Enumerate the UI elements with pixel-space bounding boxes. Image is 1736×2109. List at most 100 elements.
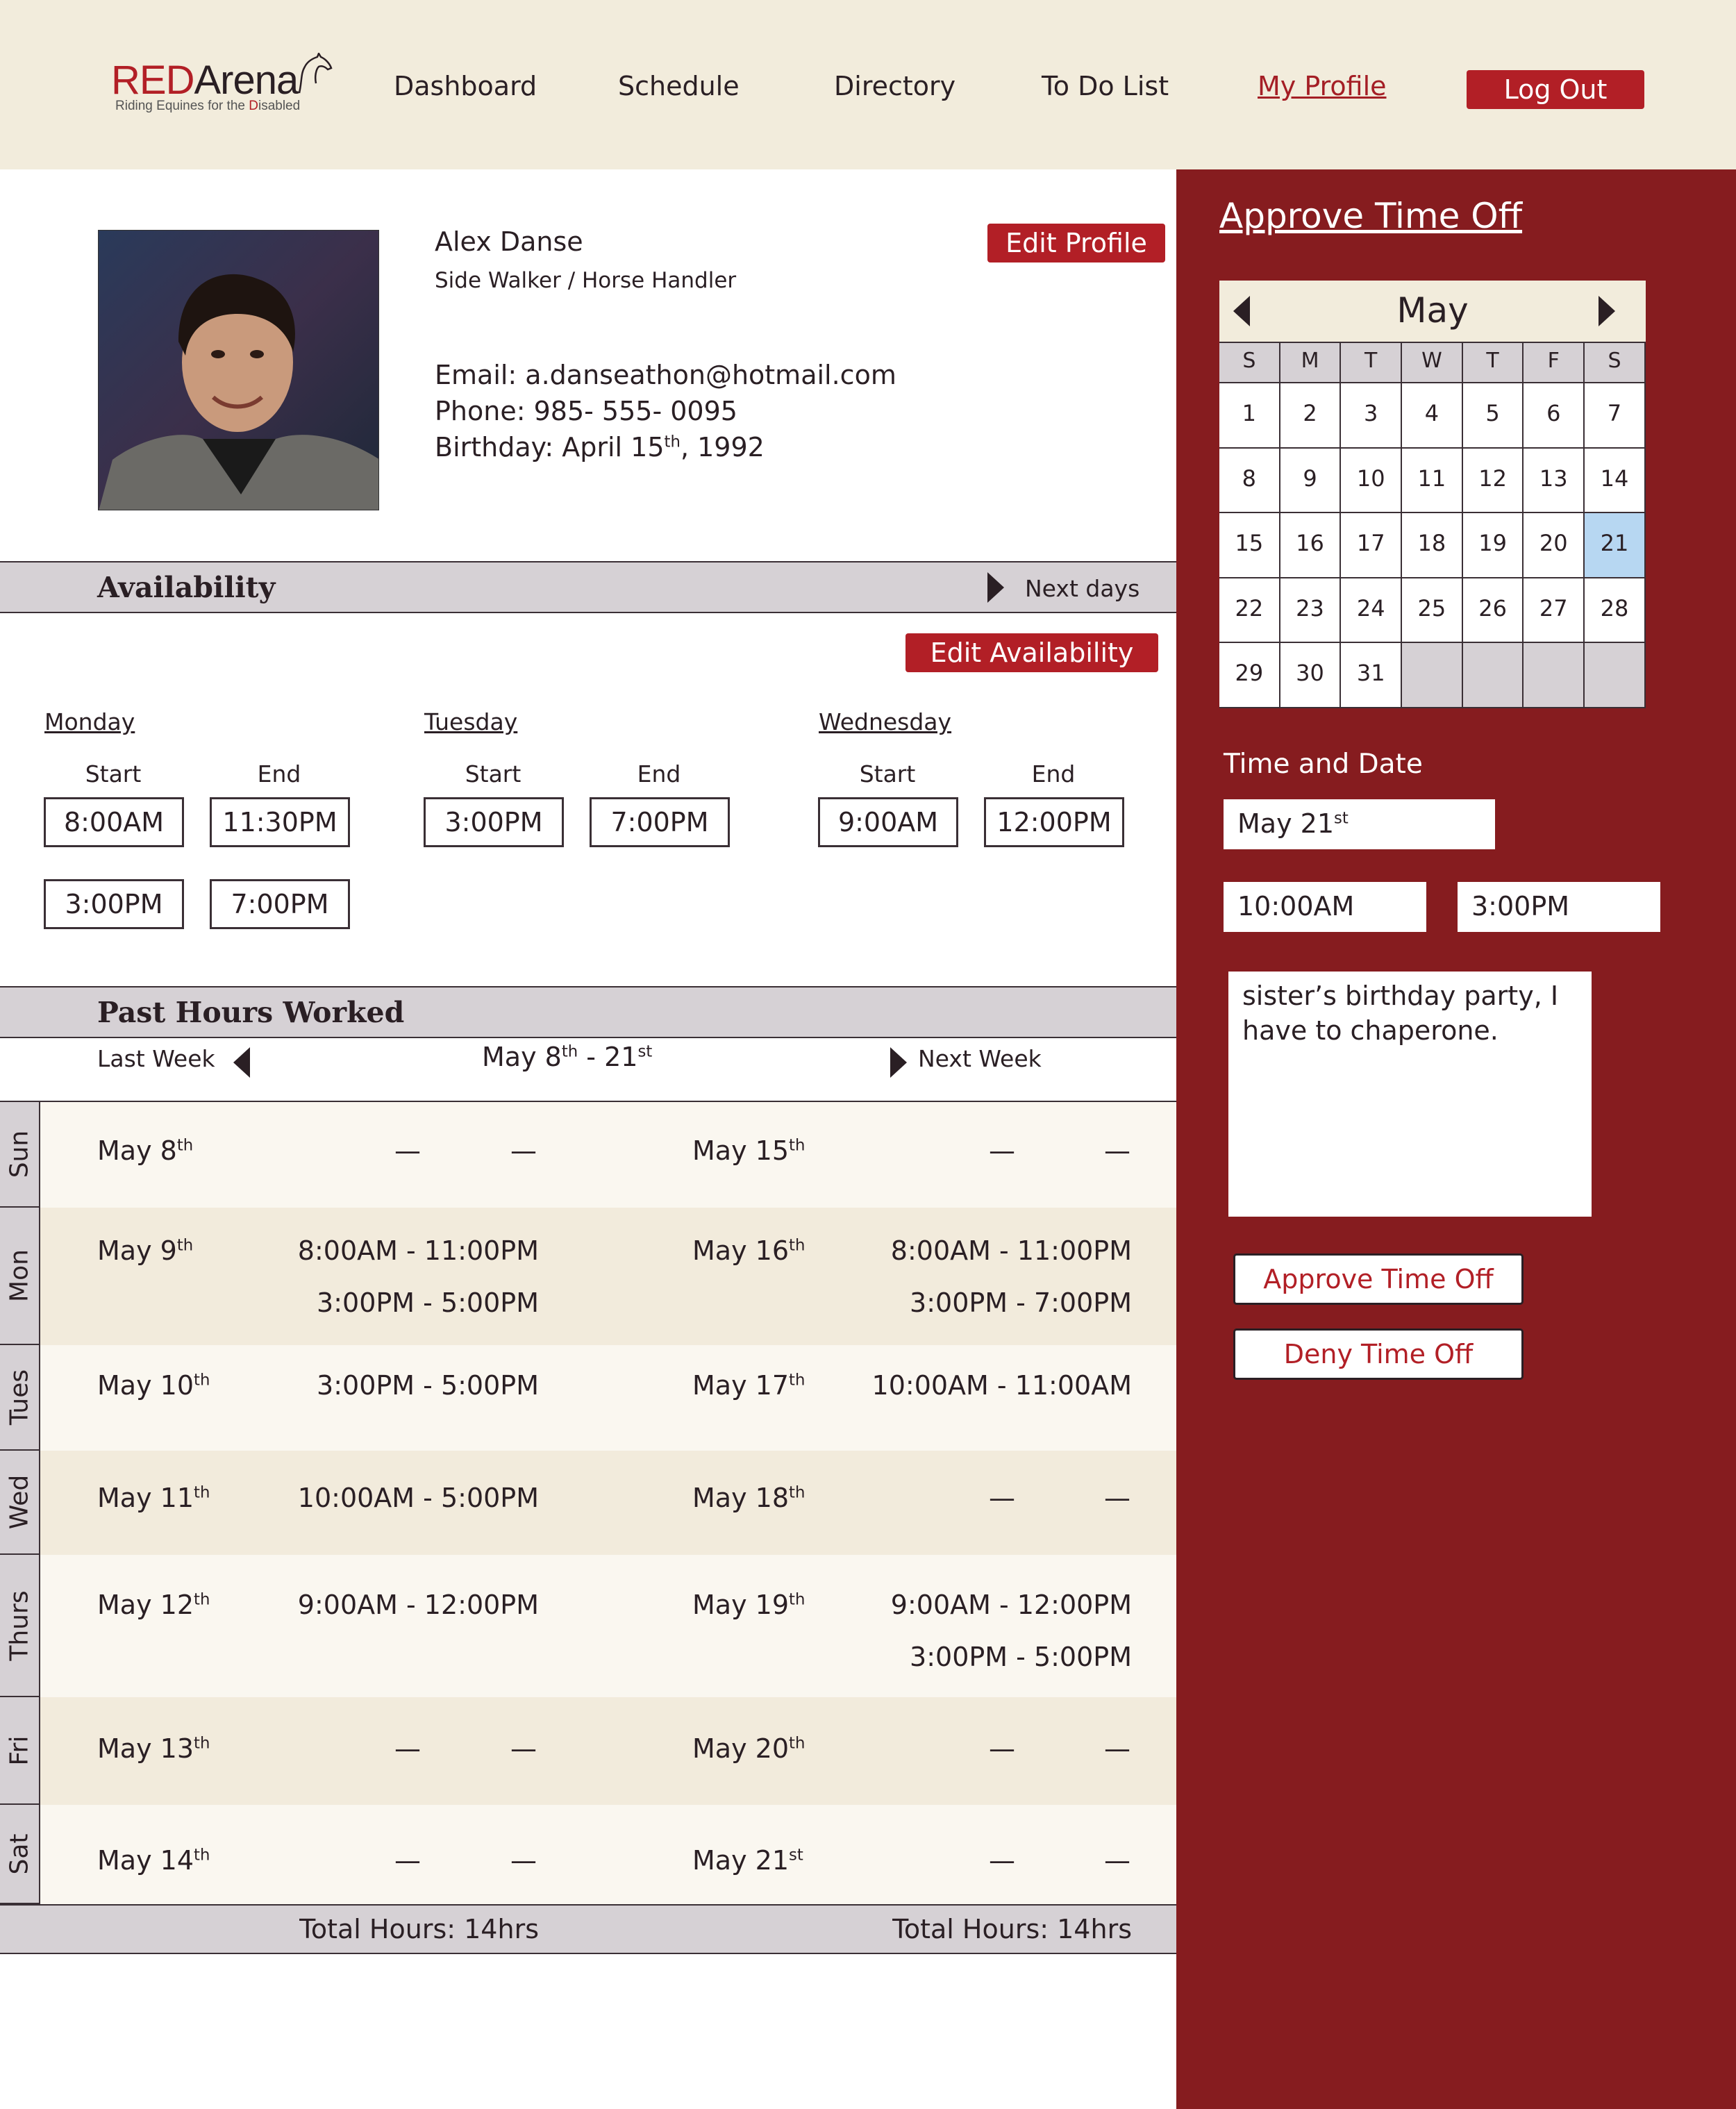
calendar-day[interactable]: 18 [1402,513,1463,578]
monday-start-1[interactable]: 8:00AM [44,797,184,847]
calendar-day[interactable]: 3 [1341,383,1403,449]
calendar-day[interactable]: 11 [1402,448,1463,513]
end-label: End [1031,760,1076,787]
logout-button[interactable]: Log Out [1467,70,1644,109]
start-time-field[interactable]: 10:00AM [1224,882,1426,932]
calendar-day[interactable]: 19 [1462,513,1524,578]
calendar-day[interactable]: 15 [1219,513,1280,578]
date-cell: May 15th [692,1135,806,1166]
edit-profile-button[interactable]: Edit Profile [987,224,1165,262]
monday-end-1[interactable]: 11:30PM [210,797,350,847]
logo-tagline: Riding Equines for the Disabled [115,99,301,113]
calendar-day[interactable]: 30 [1280,643,1342,708]
edit-availability-button[interactable]: Edit Availability [905,633,1158,672]
next-days-arrow-icon[interactable] [987,572,1004,606]
calendar-day[interactable]: 26 [1462,578,1524,643]
calendar-day[interactable]: 10 [1341,448,1403,513]
time-cell: — [1104,1845,1130,1876]
nav-my-profile[interactable]: My Profile [1258,71,1387,101]
calendar-day[interactable]: 31 [1341,643,1403,708]
totals-bar: Total Hours: 14hrs Total Hours: 14hrs [0,1904,1176,1954]
wednesday-end-1[interactable]: 12:00PM [984,797,1124,847]
deny-time-off-button[interactable]: Deny Time Off [1233,1328,1524,1380]
time-and-date-label: Time and Date [1224,749,1423,780]
prev-month-arrow-icon[interactable] [1233,296,1250,329]
weekday-label: T [1341,343,1403,383]
time-cell: — [989,1845,1015,1876]
calendar-day[interactable]: 5 [1462,383,1524,449]
time-cell: — [989,1135,1015,1166]
past-hours-title: Past Hours Worked [97,996,405,1029]
date-cell: May 17th [692,1370,806,1401]
approve-time-off-button[interactable]: Approve Time Off [1233,1253,1524,1305]
time-cell: 3:00PM - 5:00PM [317,1370,539,1401]
calendar-day[interactable]: 7 [1585,383,1646,449]
calendar-day[interactable]: 6 [1524,383,1585,449]
time-off-panel: Approve Time Off May SMTWTFS 1 2 3 4 5 6 7 8 9 10… [1176,169,1736,2109]
approve-time-off-title[interactable]: Approve Time Off [1219,196,1522,236]
monday-start-2[interactable]: 3:00PM [44,879,184,929]
calendar-empty-cell [1402,643,1463,708]
calendar-day[interactable]: 20 [1524,513,1585,578]
reason-textarea[interactable]: sister’s birthday party, I have to chape… [1228,972,1592,1217]
monday-end-2[interactable]: 7:00PM [210,879,350,929]
calendar-day[interactable]: 16 [1280,513,1342,578]
tuesday-start-1[interactable]: 3:00PM [424,797,564,847]
day-wednesday: Wednesday [819,708,952,735]
logo[interactable]: REDArena Riding Equines for the Disabled [111,60,300,114]
weekday-label: S [1585,343,1646,383]
hours-table: Sun May 8th — — May 15th — — Mon May 9th… [0,1102,1176,1904]
calendar-day[interactable]: 9 [1280,448,1342,513]
calendar-day[interactable]: 4 [1402,383,1463,449]
profile-phone: Phone: 985- 555- 0095 [435,396,737,426]
next-month-arrow-icon[interactable] [1599,296,1615,329]
day-label: Wed [0,1451,40,1555]
date-cell: May 19th [692,1590,806,1620]
table-row: Sat May 14th — — May 21st — — [0,1805,1176,1904]
nav-directory[interactable]: Directory [834,71,955,101]
logo-red-text: RED [111,58,194,103]
last-week-arrow-icon[interactable] [233,1047,250,1081]
next-week-label[interactable]: Next Week [918,1045,1042,1072]
last-week-label[interactable]: Last Week [97,1045,215,1072]
calendar-day[interactable]: 27 [1524,578,1585,643]
calendar-day[interactable]: 23 [1280,578,1342,643]
calendar-day[interactable]: 21 [1585,513,1646,578]
date-cell: May 12th [97,1590,210,1620]
calendar-day[interactable]: 12 [1462,448,1524,513]
day-label: Thurs [0,1555,40,1697]
calendar-day[interactable]: 1 [1219,383,1280,449]
nav-todo-list[interactable]: To Do List [1042,71,1169,101]
table-row: Wed May 11th 10:00AM - 5:00PM May 18th —… [0,1451,1176,1555]
date-cell: May 9th [97,1235,194,1266]
end-label: End [257,760,301,787]
total-hours-right: Total Hours: 14hrs [892,1914,1132,1944]
calendar-day[interactable]: 17 [1341,513,1403,578]
calendar-day[interactable]: 2 [1280,383,1342,449]
calendar-grid: 1 2 3 4 5 6 7 8 9 10 11 12 13 14 15 16 17 18 19 20 21 22 23 24 2… [1219,383,1646,708]
profile-birthday: Birthday: April 15th, 1992 [435,432,765,462]
time-cell: — [1104,1733,1130,1764]
tuesday-end-1[interactable]: 7:00PM [590,797,730,847]
time-cell: — [394,1135,421,1166]
calendar-day[interactable]: 13 [1524,448,1585,513]
table-row: Tues May 10th 3:00PM - 5:00PM May 17th 1… [0,1345,1176,1451]
calendar-day[interactable]: 8 [1219,448,1280,513]
calendar-day[interactable]: 28 [1585,578,1646,643]
end-time-field[interactable]: 3:00PM [1458,882,1660,932]
next-days-label[interactable]: Next days [1025,575,1140,602]
calendar-day[interactable]: 25 [1402,578,1463,643]
weekday-label: S [1219,343,1280,383]
nav-dashboard[interactable]: Dashboard [394,71,537,101]
nav-schedule[interactable]: Schedule [618,71,740,101]
calendar-empty-cell [1585,643,1646,708]
calendar-day[interactable]: 14 [1585,448,1646,513]
week-range: May 8th - 21st [482,1042,653,1072]
calendar-empty-cell [1462,643,1524,708]
wednesday-start-1[interactable]: 9:00AM [818,797,958,847]
calendar-day[interactable]: 29 [1219,643,1280,708]
calendar-day[interactable]: 24 [1341,578,1403,643]
calendar-day[interactable]: 22 [1219,578,1280,643]
date-field[interactable]: May 21st [1224,799,1495,849]
next-week-arrow-icon[interactable] [890,1047,907,1081]
